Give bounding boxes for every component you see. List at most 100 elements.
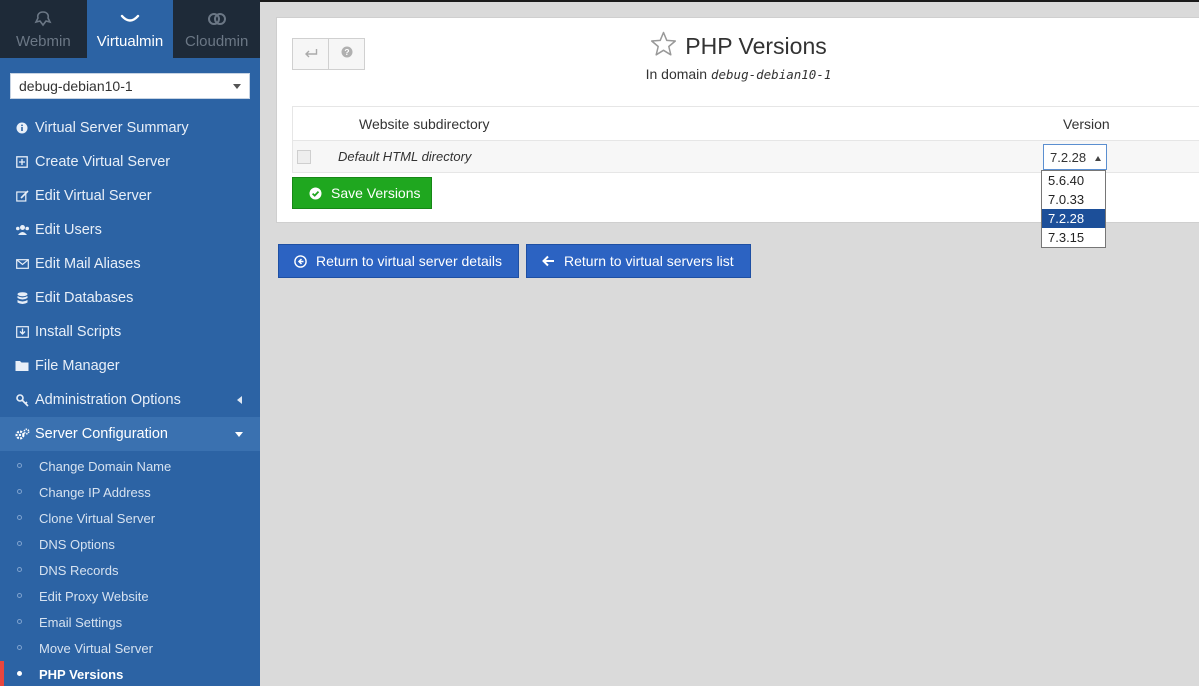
version-select[interactable]: 7.2.28 [1043,144,1107,170]
check-circle-icon [308,186,322,200]
table-header: Website subdirectory Version [292,107,1199,141]
submenu-item-email-settings[interactable]: Email Settings [0,609,260,635]
sidebar-item-label: Edit Mail Aliases [35,256,141,272]
sidebar-item-file-manager[interactable]: File Manager [0,349,260,383]
save-versions-label: Save Versions [331,185,421,201]
tab-cloudmin-label: Cloudmin [184,33,249,50]
sidebar-item-edit-databases[interactable]: Edit Databases [0,281,260,315]
submenu-item-change-ip-address[interactable]: Change IP Address [0,479,260,505]
envelope-icon [14,256,30,272]
submenu-item-dns-options[interactable]: DNS Options [0,531,260,557]
submenu-item-label: Edit Proxy Website [39,588,149,604]
version-dropdown-list: 5.6.40 7.0.33 7.2.28 7.3.15 [1041,170,1106,248]
sidebar-item-edit-users[interactable]: Edit Users [0,213,260,247]
version-option[interactable]: 7.3.15 [1042,228,1105,247]
submenu-item-edit-proxy-website[interactable]: Edit Proxy Website [0,583,260,609]
version-option[interactable]: 5.6.40 [1042,171,1105,190]
star-icon[interactable] [650,31,677,62]
tab-virtualmin[interactable]: Virtualmin [86,0,174,58]
submenu-item-clone-virtual-server[interactable]: Clone Virtual Server [0,505,260,531]
tab-webmin-label: Webmin [15,33,71,50]
tab-webmin[interactable]: Webmin [0,0,87,58]
chevron-down-icon [235,432,243,437]
row-checkbox[interactable] [297,150,311,164]
submenu-item-move-virtual-server[interactable]: Move Virtual Server [0,635,260,661]
install-icon [14,324,30,340]
version-select-value: 7.2.28 [1050,150,1087,165]
version-option-selected[interactable]: 7.2.28 [1042,209,1105,228]
table-row: Default HTML directory 7.2.28 [292,141,1199,173]
submenu-item-label: Change Domain Name [39,458,172,474]
submenu-item-label: DNS Records [39,562,119,578]
sidebar-item-virtual-server-summary[interactable]: Virtual Server Summary [0,111,260,145]
return-to-details-label: Return to virtual server details [316,253,502,269]
sidebar-item-label: Install Scripts [35,324,122,340]
submenu-item-php-versions[interactable]: PHP Versions [0,661,260,686]
sidebar-item-label: Create Virtual Server [35,154,171,170]
sidebar-item-label: Administration Options [35,392,181,408]
submenu-item-label: DNS Options [39,536,115,552]
bullet-icon [17,515,22,520]
gears-icon [14,426,30,442]
chevron-down-icon [233,84,241,89]
sidebar-menu: Virtual Server Summary Create Virtual Se… [0,111,260,451]
submenu-item-label: Change IP Address [39,484,151,500]
arrow-left-icon [541,254,555,268]
row-directory: Default HTML directory [338,149,472,164]
arrow-circle-left-icon [293,254,307,268]
sidebar-item-edit-virtual-server[interactable]: Edit Virtual Server [0,179,260,213]
submenu-item-label: Move Virtual Server [39,640,153,656]
edit-icon [14,188,30,204]
bullet-icon [17,463,22,468]
sidebar-item-label: Virtual Server Summary [35,120,189,136]
subtitle-domain: debug-debian10-1 [710,67,832,82]
column-header-directory: Website subdirectory [359,116,490,132]
chevron-up-icon [1095,156,1101,161]
submenu-item-dns-records[interactable]: DNS Records [0,557,260,583]
chevron-left-icon [237,396,242,404]
sidebar-item-label: File Manager [35,358,120,374]
folder-icon [14,358,30,374]
return-to-list-button[interactable]: Return to virtual servers list [526,244,751,278]
main-content: ? PHP Versions In domain debug-debian10-… [260,0,1199,686]
sidebar-item-create-virtual-server[interactable]: Create Virtual Server [0,145,260,179]
sidebar-item-server-configuration[interactable]: Server Configuration [0,417,260,451]
cloudmin-icon [206,8,228,30]
top-divider [260,0,1199,2]
subtitle-prefix: In domain [645,66,708,82]
bullet-icon [17,645,22,650]
return-to-details-button[interactable]: Return to virtual server details [278,244,519,278]
tab-virtualmin-label: Virtualmin [96,33,164,50]
version-option[interactable]: 7.0.33 [1042,190,1105,209]
submenu-item-label: Clone Virtual Server [39,510,156,526]
save-versions-button[interactable]: Save Versions [292,177,432,209]
database-icon [14,290,30,306]
tab-cloudmin[interactable]: Cloudmin [173,0,260,58]
page-header: PHP Versions In domain debug-debian10-1 [277,31,1199,82]
submenu-item-label: Email Settings [39,614,123,630]
submenu-item-change-domain-name[interactable]: Change Domain Name [0,453,260,479]
bullet-icon [17,489,22,494]
domain-select-value: debug-debian10-1 [19,78,133,94]
sidebar-item-label: Edit Users [35,222,102,238]
domain-select[interactable]: debug-debian10-1 [10,73,250,99]
active-marker [0,661,4,686]
sidebar-item-edit-mail-aliases[interactable]: Edit Mail Aliases [0,247,260,281]
sidebar-item-label: Server Configuration [35,426,168,442]
plus-square-icon [14,154,30,170]
server-configuration-submenu: Change Domain Name Change IP Address Clo… [0,453,260,686]
sidebar-item-install-scripts[interactable]: Install Scripts [0,315,260,349]
submenu-item-label: PHP Versions [39,666,124,682]
key-icon [14,392,30,408]
sidebar-item-administration-options[interactable]: Administration Options [0,383,260,417]
sidebar-item-label: Edit Virtual Server [35,188,152,204]
info-icon [14,120,30,136]
users-icon [14,222,30,238]
product-switcher: Webmin Virtualmin Cloudmin [0,0,260,58]
webmin-icon [33,8,53,30]
column-header-version: Version [1063,116,1110,132]
bullet-icon [17,593,22,598]
page-title: PHP Versions [685,33,827,59]
return-to-list-label: Return to virtual servers list [564,253,734,269]
sidebar: Webmin Virtualmin Cloudmin debug-debian1… [0,0,260,686]
